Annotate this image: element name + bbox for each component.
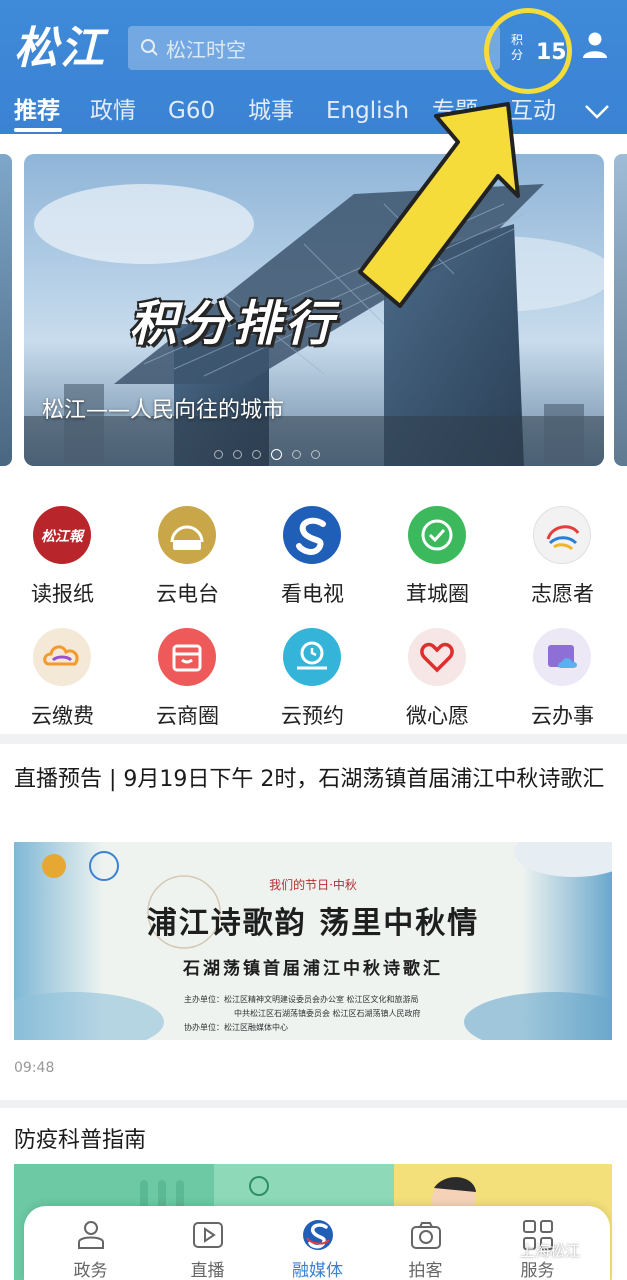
highlight-circle: [484, 8, 572, 94]
news-item[interactable]: 直播预告 | 9月19日下午 2时，石湖荡镇首届浦江中秋诗歌汇 我们的节日·中秋…: [0, 744, 627, 1100]
carousel-dot[interactable]: [233, 450, 242, 459]
nav-media[interactable]: 融媒体: [259, 1206, 376, 1280]
nav-label: 直播: [190, 1261, 225, 1280]
tab-g60[interactable]: G60: [168, 92, 215, 134]
service-label: 云电台: [156, 582, 219, 606]
heart-icon: [408, 628, 466, 686]
carousel-dot-active[interactable]: [271, 449, 282, 460]
poster-kicker: 我们的节日·中秋: [269, 878, 357, 892]
nav-label: 拍客: [408, 1261, 443, 1280]
category-tabs: 推荐 政情 G60 城事 English 专题 互动: [0, 92, 627, 134]
points-widget[interactable]: 积分 15: [484, 8, 576, 94]
service-label: 读报纸: [31, 582, 94, 606]
service-label: 看电视: [281, 582, 344, 606]
appointment-icon: [283, 628, 341, 686]
banner-caption: 松江——人民向往的城市: [42, 398, 285, 423]
tab-active-indicator: [14, 128, 62, 132]
cloud-office-icon: [533, 628, 591, 686]
banner-carousel: 积分排行 松江——人民向往的城市: [0, 134, 627, 478]
check-badge-icon: [408, 506, 466, 564]
app-logo[interactable]: 松江: [14, 18, 114, 80]
service-label: 云预约: [281, 704, 344, 728]
news-title[interactable]: 直播预告 | 9月19日下午 2时，石湖荡镇首届浦江中秋诗歌汇: [14, 762, 614, 798]
search-bar[interactable]: 松江时空: [128, 26, 500, 70]
service-label: 微心愿: [406, 704, 469, 728]
service-newspaper[interactable]: 松江報 读报纸: [0, 506, 125, 616]
poster-credit: 主办单位：松江区精神文明建设委员会办公室 松江区文化和旅游局: [184, 995, 419, 1004]
banner-overlay-text: 积分排行: [129, 296, 338, 352]
tab-politics[interactable]: 政情: [90, 92, 136, 134]
service-shop[interactable]: 云商圈: [125, 628, 250, 738]
gov-icon: [78, 1221, 104, 1249]
news-title[interactable]: 防疫科普指南: [14, 1122, 146, 1154]
service-radio[interactable]: 云电台: [125, 506, 250, 616]
search-placeholder: 松江时空: [166, 37, 246, 62]
nav-label: 政务: [73, 1261, 108, 1280]
carousel-dot[interactable]: [292, 450, 301, 459]
poster-headline: 浦江诗歌韵 荡里中秋情: [146, 906, 480, 941]
poster-credit: 协办单位：松江区融媒体中心: [184, 1023, 288, 1032]
service-appointment[interactable]: 云预约: [250, 628, 375, 738]
service-volunteer[interactable]: 志愿者: [500, 506, 625, 616]
poster-credit: 中共松江区石湖荡镇委员会 松江区石湖荡镇人民政府: [234, 1009, 421, 1018]
service-wish[interactable]: 微心愿: [375, 628, 500, 738]
radio-icon: [158, 506, 216, 564]
service-label: 云缴费: [31, 704, 94, 728]
service-label: 茸城圈: [406, 582, 469, 606]
service-grid: 松江報 读报纸 云电台 看电视 茸城圈 志愿者 云缴费 云商圈 云预约 微心愿 …: [0, 478, 627, 734]
top-header: 松江 松江时空 积分 15 推荐 政情 G60 城事 English 专题 互动: [0, 0, 627, 134]
carousel-dot[interactable]: [214, 450, 223, 459]
service-label: 志愿者: [531, 582, 594, 606]
service-rongcheng[interactable]: 茸城圈: [375, 506, 500, 616]
watermark: 上海松江: [520, 1242, 581, 1260]
carousel-dot[interactable]: [252, 450, 261, 459]
nav-live[interactable]: 直播: [149, 1206, 266, 1280]
news-timestamp: 09:48: [14, 1060, 55, 1076]
carousel-dot[interactable]: [311, 450, 320, 459]
nav-gov[interactable]: 政务: [32, 1206, 149, 1280]
shop-icon: [158, 628, 216, 686]
news-poster[interactable]: 我们的节日·中秋 浦江诗歌韵 荡里中秋情 石湖荡镇首届浦江中秋诗歌汇 主办单位：…: [14, 842, 612, 1040]
newspaper-icon: 松江報: [33, 506, 91, 564]
user-icon[interactable]: [580, 30, 610, 60]
cloud-pay-icon: [33, 628, 91, 686]
service-cloud-office[interactable]: 云办事: [500, 628, 625, 738]
service-label: 云商圈: [156, 704, 219, 728]
search-icon: [141, 39, 158, 56]
poster-subtitle: 石湖荡镇首届浦江中秋诗歌汇: [183, 959, 443, 979]
annotation-arrow-icon: [358, 102, 520, 308]
service-tv[interactable]: 看电视: [250, 506, 375, 616]
banner-next-peek[interactable]: [614, 154, 627, 466]
volunteer-icon: [533, 506, 591, 564]
tab-city[interactable]: 城事: [248, 92, 294, 134]
banner-prev-peek[interactable]: [0, 154, 12, 466]
chevron-down-icon[interactable]: [582, 96, 612, 126]
camera-icon: [411, 1222, 441, 1249]
service-label: 云办事: [531, 704, 594, 728]
nav-label: 融媒体: [292, 1261, 343, 1280]
svg-text:松江報: 松江報: [41, 528, 85, 545]
tv-icon: [283, 506, 341, 564]
service-cloud-pay[interactable]: 云缴费: [0, 628, 125, 738]
play-icon: [193, 1222, 223, 1248]
media-logo-icon: [303, 1220, 333, 1250]
carousel-dots: [214, 449, 320, 460]
nav-photo[interactable]: 拍客: [367, 1206, 484, 1280]
